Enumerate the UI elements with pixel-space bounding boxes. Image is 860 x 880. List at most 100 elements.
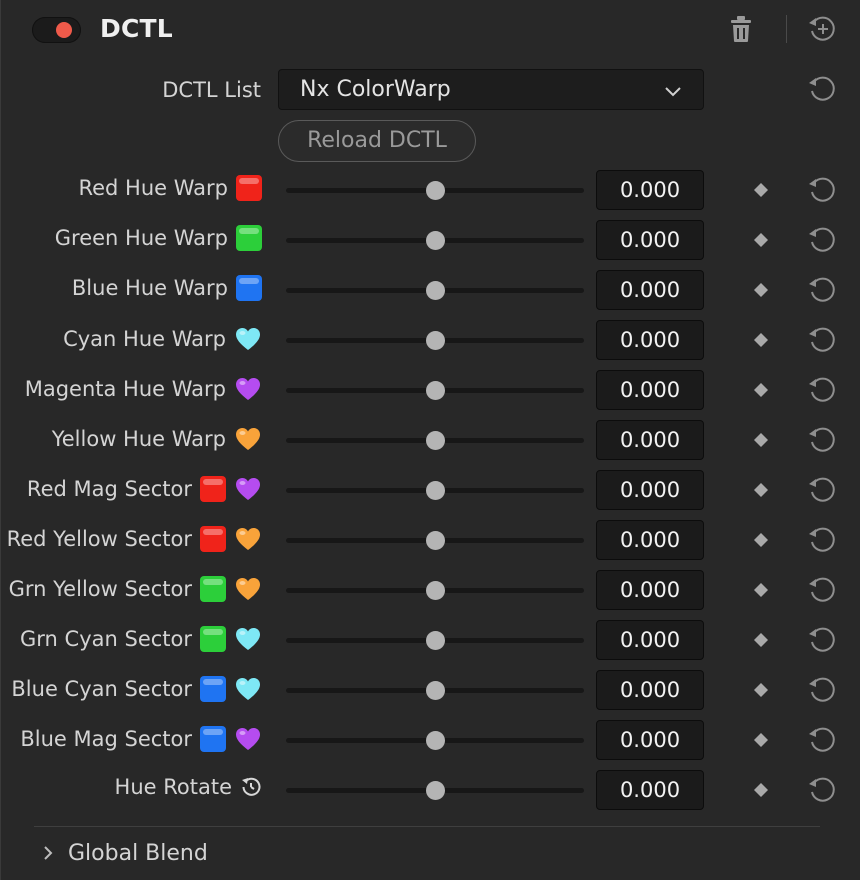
param-row-red-mag-sector: Red Mag Sector 0.000 <box>1 465 860 515</box>
slider-thumb[interactable] <box>425 431 445 450</box>
keyframe-diamond-icon[interactable] <box>753 732 769 748</box>
keyframe-diamond-icon[interactable] <box>753 482 769 498</box>
slider-thumb[interactable] <box>425 381 445 400</box>
param-label: Blue Mag Sector <box>20 727 192 751</box>
trash-icon[interactable] <box>727 14 755 44</box>
reset-icon[interactable] <box>807 525 837 555</box>
param-row-hue-rotate: Hue Rotate 0.000 <box>1 765 860 815</box>
keyframe-diamond-icon[interactable] <box>753 682 769 698</box>
chevron-down-icon <box>665 87 681 97</box>
param-label-group: Blue Hue Warp <box>72 275 262 301</box>
value-field[interactable]: 0.000 <box>596 770 704 810</box>
keyframe-diamond-icon[interactable] <box>753 232 769 248</box>
reset-icon[interactable] <box>807 675 837 705</box>
param-label-group: Magenta Hue Warp <box>25 375 262 403</box>
param-label-group: Grn Cyan Sector <box>20 625 262 653</box>
param-label-group: Red Mag Sector <box>27 475 262 503</box>
keyframe-diamond-icon[interactable] <box>753 282 769 298</box>
value-field[interactable]: 0.000 <box>596 220 704 260</box>
reset-icon[interactable] <box>807 575 837 605</box>
reset-icon[interactable] <box>807 625 837 655</box>
param-label: Blue Hue Warp <box>71 276 228 300</box>
reset-icon[interactable] <box>807 375 837 405</box>
param-label: Magenta Hue Warp <box>24 377 226 401</box>
param-row-red-hue-warp: Red Hue Warp 0.000 <box>1 165 860 215</box>
blue-square-icon <box>236 275 262 301</box>
reset-icon[interactable] <box>807 225 837 255</box>
param-label: Cyan Hue Warp <box>63 327 226 351</box>
slider-thumb[interactable] <box>425 681 445 700</box>
reset-icon[interactable] <box>807 275 837 305</box>
keyframe-diamond-icon[interactable] <box>753 532 769 548</box>
param-label: Hue Rotate <box>114 775 232 799</box>
dctl-list-dropdown[interactable]: Nx ColorWarp <box>278 69 704 110</box>
global-blend-expander[interactable]: Global Blend <box>39 838 208 868</box>
slider-thumb[interactable] <box>425 531 445 550</box>
value-field[interactable]: 0.000 <box>596 620 704 660</box>
dctl-list-reset-icon[interactable] <box>807 74 837 104</box>
red-square-icon <box>236 175 262 201</box>
slider-thumb[interactable] <box>425 781 445 800</box>
enable-toggle[interactable] <box>32 17 81 43</box>
reset-icon[interactable] <box>807 725 837 755</box>
param-label: Red Yellow Sector <box>6 527 192 551</box>
reset-icon[interactable] <box>807 325 837 355</box>
purple-heart-icon <box>236 478 260 500</box>
add-reset-icon[interactable] <box>807 14 837 44</box>
slider-thumb[interactable] <box>425 631 445 650</box>
value-field[interactable]: 0.000 <box>596 520 704 560</box>
header-divider <box>786 15 787 43</box>
cyan-heart-icon <box>236 628 260 650</box>
value-field[interactable]: 0.000 <box>596 470 704 510</box>
param-label: Red Hue Warp <box>78 176 228 200</box>
param-label-group: Hue Rotate <box>115 775 262 799</box>
value-field[interactable]: 0.000 <box>596 670 704 710</box>
value-field[interactable]: 0.000 <box>596 570 704 610</box>
reload-dctl-button[interactable]: Reload DCTL <box>278 120 476 162</box>
value-field[interactable]: 0.000 <box>596 720 704 760</box>
slider-thumb[interactable] <box>425 281 445 300</box>
param-label-group: Grn Yellow Sector <box>9 575 262 603</box>
reset-icon[interactable] <box>807 425 837 455</box>
keyframe-diamond-icon[interactable] <box>753 432 769 448</box>
param-label-group: Blue Cyan Sector <box>11 675 262 703</box>
dctl-panel: DCTL DCTL List Nx ColorWarp Reload DCTL … <box>0 0 860 880</box>
blue-square-icon <box>200 726 226 752</box>
red-square-icon <box>200 476 226 502</box>
value-field[interactable]: 0.000 <box>596 370 704 410</box>
green-square-icon <box>200 626 226 652</box>
keyframe-diamond-icon[interactable] <box>753 632 769 648</box>
value-field[interactable]: 0.000 <box>596 170 704 210</box>
value-field[interactable]: 0.000 <box>596 420 704 460</box>
value-field[interactable]: 0.000 <box>596 270 704 310</box>
orange-heart-icon <box>236 578 260 600</box>
keyframe-diamond-icon[interactable] <box>753 182 769 198</box>
slider-thumb[interactable] <box>425 581 445 600</box>
param-row-green-hue-warp: Green Hue Warp 0.000 <box>1 215 860 265</box>
keyframe-diamond-icon[interactable] <box>753 332 769 348</box>
param-label-group: Cyan Hue Warp <box>63 325 262 353</box>
param-row-blue-mag-sector: Blue Mag Sector 0.000 <box>1 715 860 765</box>
orange-heart-icon <box>236 428 260 450</box>
dctl-list-selected: Nx ColorWarp <box>300 77 451 102</box>
panel-title: DCTL <box>100 14 173 43</box>
reset-icon[interactable] <box>807 175 837 205</box>
slider-thumb[interactable] <box>425 181 445 200</box>
slider-thumb[interactable] <box>425 231 445 250</box>
slider-thumb[interactable] <box>425 731 445 750</box>
slider-thumb[interactable] <box>425 331 445 350</box>
value-field[interactable]: 0.000 <box>596 320 704 360</box>
chevron-right-icon <box>44 846 53 860</box>
param-label-group: Red Yellow Sector <box>7 525 262 553</box>
global-blend-label: Global Blend <box>68 840 208 866</box>
param-row-blue-cyan-sector: Blue Cyan Sector 0.000 <box>1 665 860 715</box>
reset-icon[interactable] <box>807 775 837 805</box>
keyframe-diamond-icon[interactable] <box>753 382 769 398</box>
param-label: Blue Cyan Sector <box>11 677 192 701</box>
keyframe-diamond-icon[interactable] <box>753 582 769 598</box>
param-row-grn-cyan-sector: Grn Cyan Sector 0.000 <box>1 615 860 665</box>
keyframe-diamond-icon[interactable] <box>753 782 769 798</box>
cyan-heart-icon <box>236 328 260 350</box>
reset-icon[interactable] <box>807 475 837 505</box>
slider-thumb[interactable] <box>425 481 445 500</box>
